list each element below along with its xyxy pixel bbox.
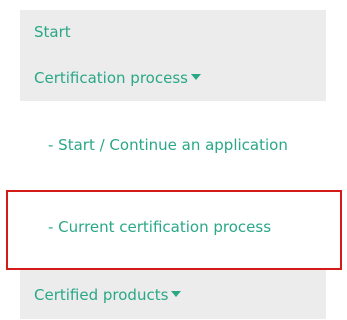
- nav-subitem-current-certification-process[interactable]: - Current certification process: [20, 186, 326, 267]
- nav-subitem-start-continue-label: - Start / Continue an application: [48, 135, 288, 154]
- nav-item-start[interactable]: Start: [20, 10, 326, 54]
- nav-item-certification-process-label: Certification process: [34, 68, 188, 87]
- caret-down-icon: [171, 290, 182, 297]
- nav-item-start-label: Start: [34, 23, 71, 41]
- side-navigation: Start Certification process - Start / Co…: [20, 10, 326, 319]
- nav-item-certification-process[interactable]: Certification process: [20, 54, 326, 101]
- caret-down-icon: [190, 73, 201, 80]
- nav-item-certified-products[interactable]: Certified products: [20, 270, 326, 319]
- nav-item-certified-products-label: Certified products: [34, 285, 169, 304]
- nav-subitem-start-continue-application[interactable]: - Start / Continue an application: [20, 101, 326, 186]
- nav-subitem-current-process-label: - Current certification process: [48, 217, 272, 236]
